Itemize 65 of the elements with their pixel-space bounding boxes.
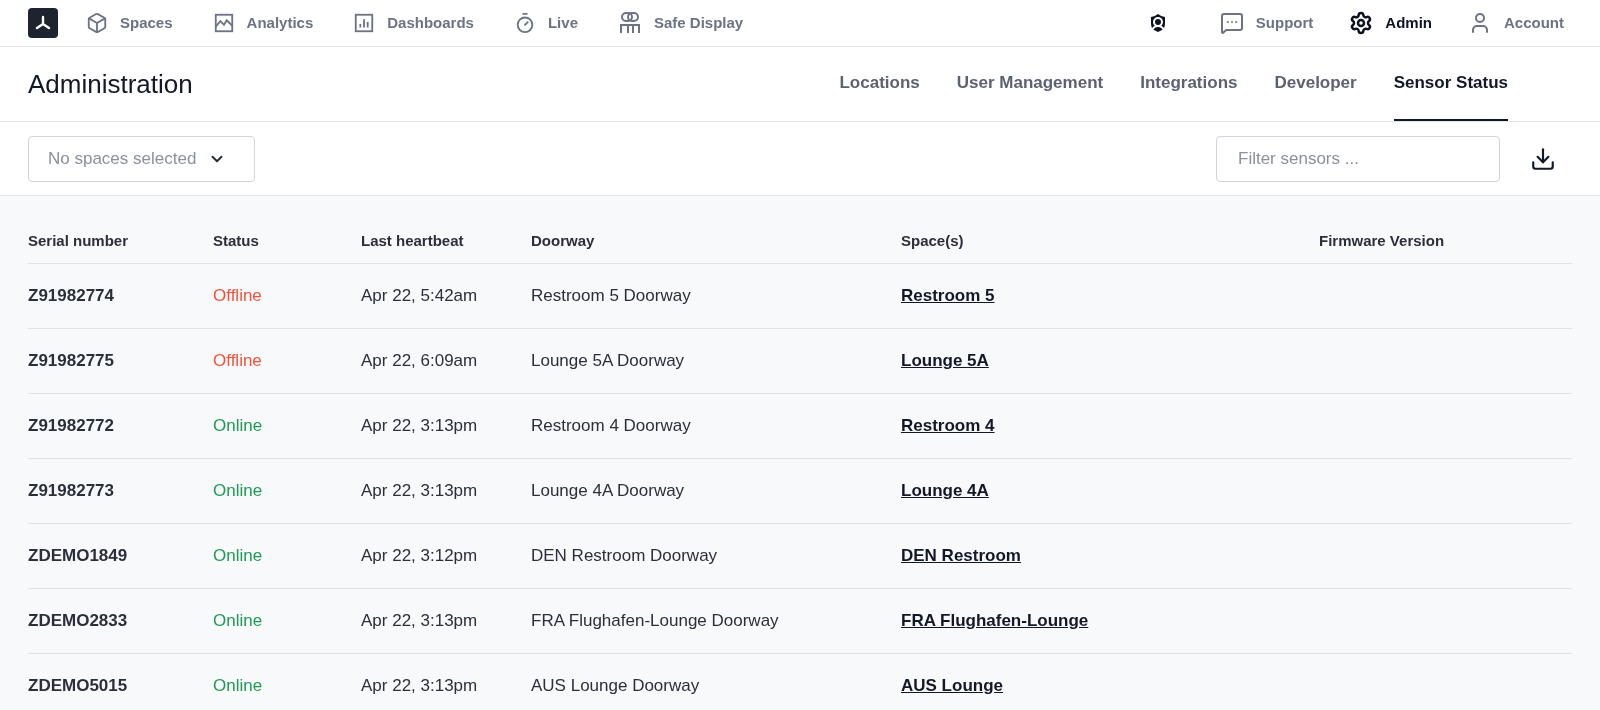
bar-chart-icon bbox=[353, 12, 376, 34]
status-text: Online bbox=[213, 479, 264, 502]
nav-link[interactable]: Admin bbox=[1349, 11, 1432, 35]
doorway-name: DEN Restroom Doorway bbox=[531, 544, 719, 567]
space-link[interactable]: FRA Flughafen-Lounge bbox=[901, 610, 1089, 630]
nav-link[interactable]: Live bbox=[513, 11, 578, 35]
column-header: Space(s) bbox=[901, 231, 965, 251]
filter-field[interactable]: Filter sensors ... bbox=[1216, 135, 1500, 182]
space-link[interactable]: Restroom 4 bbox=[901, 415, 995, 435]
doorway-name: FRA Flughafen-Lounge Doorway bbox=[531, 609, 780, 632]
serial-number: ZDEMO2833 bbox=[28, 609, 129, 632]
download-icon[interactable] bbox=[1530, 145, 1556, 172]
status-text: Online bbox=[213, 544, 264, 567]
serial-number: ZDEMO5015 bbox=[28, 674, 129, 697]
heartbeat-time: Apr 22, 3:13pm bbox=[361, 479, 479, 502]
line-chart-icon bbox=[212, 12, 235, 34]
column-header: Serial number bbox=[28, 231, 130, 251]
space-link[interactable]: Lounge 4A bbox=[901, 480, 989, 500]
serial-number: ZDEMO1849 bbox=[28, 544, 129, 567]
tab[interactable]: Integrations bbox=[1140, 47, 1238, 121]
doorway-name: Restroom 4 Doorway bbox=[531, 414, 692, 437]
tab[interactable]: Sensor Status bbox=[1393, 47, 1508, 121]
status-text: Online bbox=[213, 414, 264, 437]
heartbeat-time: Apr 22, 3:13pm bbox=[361, 674, 479, 697]
column-header: Last heartbeat bbox=[361, 231, 465, 251]
doorway-name: AUS Lounge Doorway bbox=[531, 674, 701, 697]
page-title: Administration bbox=[28, 67, 193, 101]
display-icon bbox=[617, 11, 642, 35]
doorway-name: Lounge 5A Doorway bbox=[531, 349, 686, 372]
space-link[interactable]: Lounge 5A bbox=[901, 350, 989, 370]
serial-number: Z91982772 bbox=[28, 414, 116, 437]
nav-link[interactable]: Account bbox=[1468, 11, 1564, 35]
column-header: Firmware Version bbox=[1319, 231, 1446, 251]
status-text: Offline bbox=[213, 349, 263, 372]
heartbeat-time: Apr 22, 3:12pm bbox=[361, 544, 479, 567]
heartbeat-time: Apr 22, 6:09am bbox=[361, 349, 479, 372]
status-text: Offline bbox=[213, 284, 263, 307]
nav-link[interactable]: Safe Display bbox=[617, 11, 744, 35]
tab[interactable]: Locations bbox=[839, 47, 920, 121]
settings-icon bbox=[1349, 11, 1374, 35]
cube-icon bbox=[86, 12, 108, 34]
status-text: Online bbox=[213, 609, 264, 632]
serial-number: Z91982775 bbox=[28, 349, 116, 372]
space-link[interactable]: DEN Restroom bbox=[901, 545, 1021, 565]
serial-number: Z91982773 bbox=[28, 479, 116, 502]
space-link[interactable]: AUS Lounge bbox=[901, 675, 1003, 695]
tab[interactable]: Developer bbox=[1274, 47, 1357, 121]
logo-icon[interactable] bbox=[28, 8, 58, 38]
nav-link[interactable]: Dashboards bbox=[353, 11, 474, 35]
column-header: Doorway bbox=[531, 231, 596, 251]
doorway-name: Lounge 4A Doorway bbox=[531, 479, 686, 502]
nav-link[interactable]: Spaces bbox=[86, 11, 173, 35]
chat-icon bbox=[1219, 11, 1244, 35]
nav-link[interactable]: Analytics bbox=[212, 11, 314, 35]
tab[interactable]: User Management bbox=[956, 47, 1104, 121]
spaces-dropdown[interactable]: No spaces selected bbox=[28, 135, 255, 182]
serial-number: Z91982774 bbox=[28, 284, 116, 307]
heartbeat-time: Apr 22, 3:13pm bbox=[361, 609, 479, 632]
heartbeat-time: Apr 22, 3:13pm bbox=[361, 414, 479, 437]
status-text: Online bbox=[213, 674, 264, 697]
column-header: Status bbox=[213, 231, 260, 251]
space-link[interactable]: Restroom 5 bbox=[901, 285, 995, 305]
nav-link[interactable]: Support bbox=[1219, 11, 1314, 35]
doorway-name: Restroom 5 Doorway bbox=[531, 284, 692, 307]
heartbeat-time: Apr 22, 5:42am bbox=[361, 284, 479, 307]
